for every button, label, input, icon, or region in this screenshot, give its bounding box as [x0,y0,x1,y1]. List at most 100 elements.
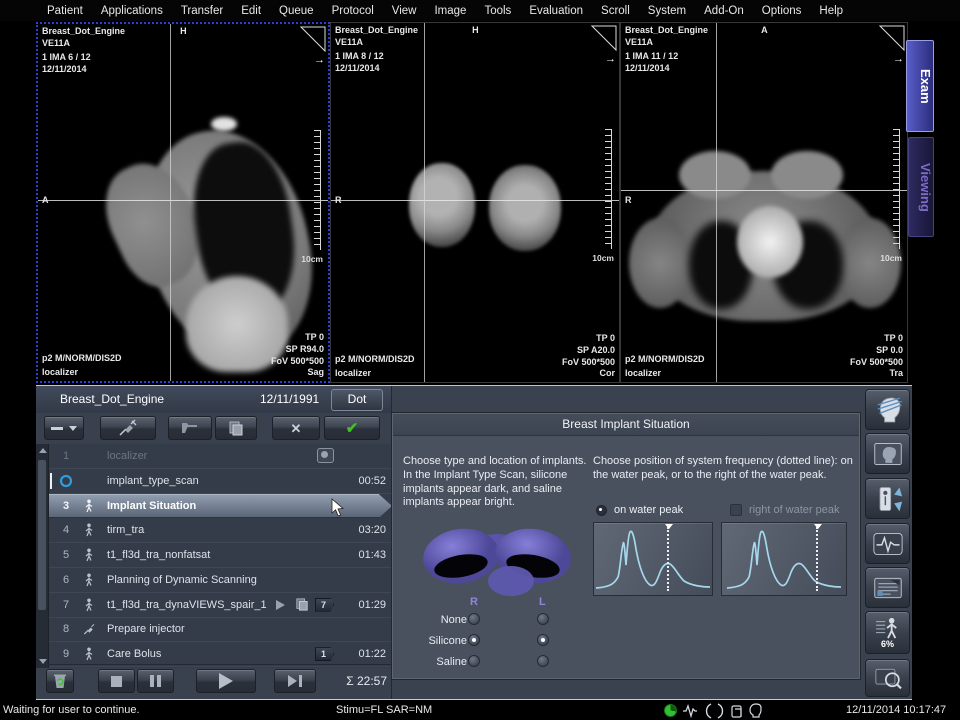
step-time: 01:43 [340,549,392,561]
tab-exam[interactable]: Exam [906,40,934,132]
insert-step-split-button[interactable] [44,416,84,440]
queue-row-implant-type-scan[interactable]: implant_type_scan 00:52 [49,469,392,494]
menu-queue[interactable]: Queue [270,5,323,17]
queue-row-t1-fl3d-tra-nonfatsat[interactable]: 5 t1_fl3d_tra_nonfatsat 01:43 [49,543,392,568]
head-slices-button[interactable] [865,389,910,430]
menu-scroll[interactable]: Scroll [592,5,639,17]
stop-button[interactable] [98,669,135,693]
menu-patient[interactable]: Patient [38,5,92,17]
copy-pages-icon[interactable] [295,598,309,611]
menu-tools[interactable]: Tools [475,5,520,17]
step-name: tirm_tra [107,524,340,536]
confirm-step-button[interactable]: ✔ [324,416,380,440]
image-view-button[interactable] [865,433,910,474]
tab-viewing[interactable]: Viewing [908,137,934,237]
folder-icon [181,421,199,435]
list-scrollbar[interactable] [36,444,49,668]
crosshair-vertical[interactable] [716,23,717,382]
radio-on-water-peak[interactable] [596,505,607,516]
menu-view[interactable]: View [383,5,426,17]
viewport1-study: Breast_Dot_Engine [42,26,125,38]
menu-addon[interactable]: Add-On [695,5,753,17]
scroll-arrow-icon[interactable]: → [893,53,904,65]
ruler-label: 10cm [880,253,902,263]
menu-protocol[interactable]: Protocol [323,5,383,17]
frequency-instructions: Choose position of system frequency (dot… [593,455,853,483]
sequence-name: localizer [625,368,705,380]
step-number: 9 [49,648,83,660]
viewport1-ima: 1 IMA 6 / 12 [42,52,125,64]
viewport-corner-widget[interactable] [879,25,905,56]
viewport-corner-widget[interactable] [591,25,617,56]
radio-right-of-water-peak[interactable] [730,504,742,516]
viewport-sagittal[interactable]: Breast_Dot_Engine VE11A 1 IMA 6 / 12 12/… [36,22,330,383]
dot-workflow-button[interactable]: Dot [331,389,383,411]
step-number: 1 [49,450,83,462]
queue-row-tirm-tra[interactable]: 4 tirm_tra 03:20 [49,518,392,543]
scrollbar-thumb[interactable] [38,460,46,610]
play-step-icon[interactable] [276,600,285,610]
step-number: 7 [49,599,83,611]
scroll-up-icon[interactable] [39,448,47,453]
radio-silicone-right[interactable] [468,634,480,646]
step-icon-cell [83,623,107,636]
cancel-step-button[interactable]: ✕ [272,416,320,440]
menu-help[interactable]: Help [810,5,852,17]
viewport2-geometry: TP 0 SP A20.0 FoV 500*500 Cor [562,333,615,380]
discard-button[interactable] [46,669,74,693]
menu-evaluation[interactable]: Evaluation [520,5,592,17]
queue-row-localizer[interactable]: 1 localizer [49,444,392,469]
queue-row-planning-dynamic[interactable]: 6 Planning of Dynamic Scanning [49,568,392,593]
queue-row-t1-fl3d-tra-dynaviews[interactable]: 7 t1_fl3d_tra_dynaVIEWS_spair_1 7 01:29 [49,593,392,618]
pause-button[interactable] [137,669,174,693]
chevron-down-icon [69,426,77,431]
viewport2-study: Breast_Dot_Engine [335,25,418,37]
menu-applications[interactable]: Applications [92,5,172,17]
queue-row-prepare-injector[interactable]: 8 Prepare injector [49,618,392,643]
radio-none-right[interactable] [468,613,480,625]
crosshair-horizontal[interactable] [331,200,619,201]
radio-none-left[interactable] [537,613,549,625]
step-icon-cell [83,573,107,587]
viewport-corner-widget[interactable] [300,26,326,57]
menu-edit[interactable]: Edit [232,5,270,17]
protocol-card-button[interactable] [865,567,910,608]
menu-transfer[interactable]: Transfer [172,5,232,17]
crosshair-vertical[interactable] [424,23,425,382]
skip-button[interactable] [274,669,316,693]
inline-display-button[interactable] [865,659,910,697]
menu-image[interactable]: Image [425,5,475,17]
breast-diagram [419,518,575,605]
play-button[interactable] [196,669,256,693]
radio-saline-left[interactable] [537,655,549,667]
scroll-arrow-icon[interactable]: → [314,54,325,66]
scroll-arrow-icon[interactable]: → [605,53,616,65]
radio-silicone-left[interactable] [537,634,549,646]
step-icon-cell [83,548,107,562]
physio-signal-icon [682,704,698,718]
right-of-water-peak-option[interactable]: right of water peak [730,504,840,516]
spectrum-right-of-water-peak [721,522,847,596]
crosshair-vertical[interactable] [170,24,171,381]
menu-system[interactable]: System [639,5,695,17]
step-number: 8 [49,623,83,635]
recycle-bin-icon [53,673,67,689]
head-slices-icon [871,394,905,426]
table-position-button[interactable] [865,478,910,519]
physio-signal-button[interactable] [865,523,910,564]
copy-step-button[interactable] [215,416,257,440]
repetition-badge: 1 [315,647,334,661]
crosshair-horizontal[interactable] [621,190,907,191]
crosshair-horizontal[interactable] [38,200,328,201]
open-folder-button[interactable] [168,416,212,440]
menu-options[interactable]: Options [753,5,811,17]
radio-saline-right[interactable] [468,655,480,667]
on-water-peak-option[interactable]: on water peak [596,504,683,516]
plane-label: Sag [271,367,324,379]
injector-button[interactable] [100,416,156,440]
orientation-label-top: H [472,25,479,37]
sar-level-button[interactable]: 6% [865,611,910,654]
viewport-transverse[interactable]: Breast_Dot_Engine VE11A 1 IMA 11 / 12 12… [620,22,908,383]
step-number: 5 [49,549,83,561]
viewport-coronal[interactable]: Breast_Dot_Engine VE11A 1 IMA 8 / 12 12/… [330,22,620,383]
